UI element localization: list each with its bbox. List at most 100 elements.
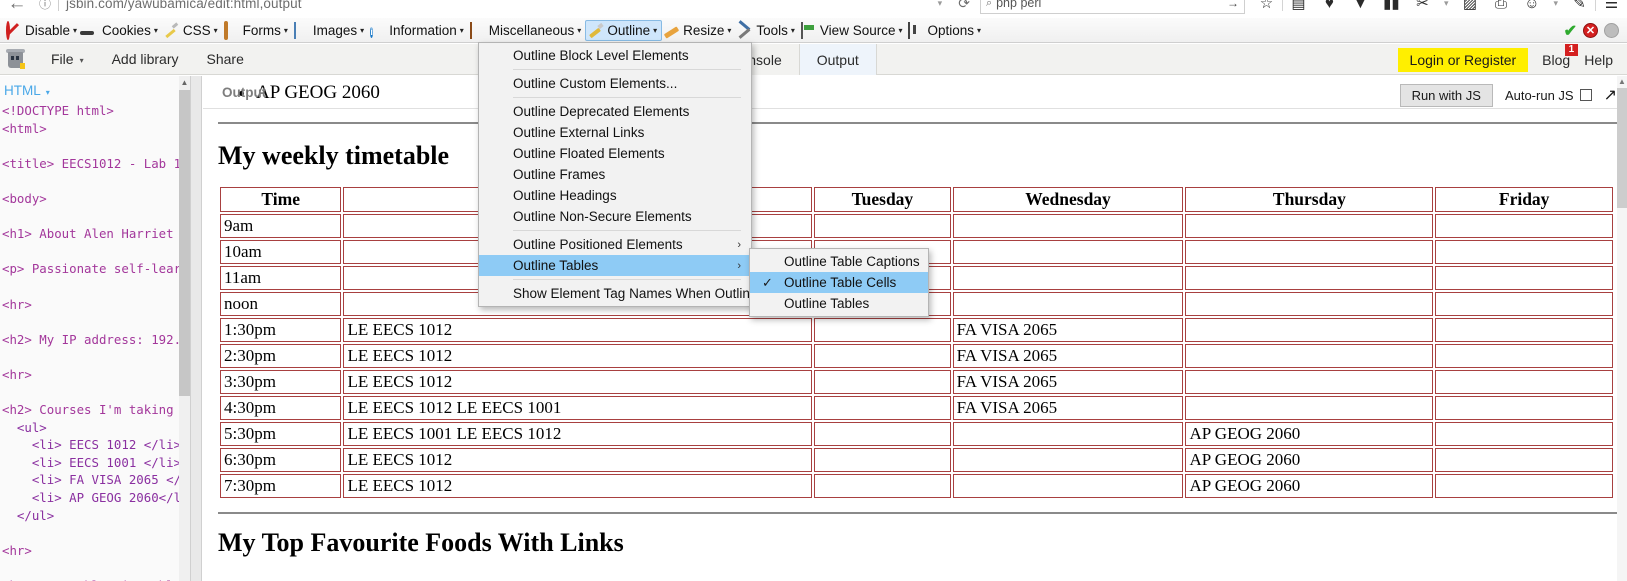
code-line: <ul>: [2, 419, 47, 435]
tab-output[interactable]: Output: [798, 44, 877, 75]
snipping-icon[interactable]: ▨: [1454, 0, 1485, 12]
smiley-icon[interactable]: ☺: [1516, 0, 1547, 12]
menu-item-outline-custom-elements[interactable]: Outline Custom Elements...: [479, 73, 751, 94]
menu-item-outline-frames[interactable]: Outline Frames: [479, 164, 751, 185]
cell-wednesday: FA VISA 2065: [952, 318, 1184, 342]
cell-friday: [1435, 318, 1613, 342]
scrollbar-thumb[interactable]: [179, 90, 190, 396]
highlighter-icon[interactable]: ✎: [1564, 0, 1595, 12]
scroll-up-icon[interactable]: ▲: [179, 76, 190, 89]
menu-share[interactable]: Share: [193, 51, 258, 67]
cell-monday: LE EECS 1012: [343, 318, 813, 342]
submenu-item-outline-table-captions[interactable]: Outline Table Captions: [750, 251, 928, 272]
menu-item-outline-tables[interactable]: Outline Tables ›: [479, 255, 751, 276]
code-line: <h1> About Alen Harriet: [2, 226, 182, 242]
address-bar-url[interactable]: jsbin.com/yawubamica/edit:html,output: [66, 0, 302, 11]
submenu-item-outline-tables[interactable]: Outline Tables: [750, 293, 928, 314]
wdt-view-source-menu[interactable]: View Source ▾: [799, 20, 907, 41]
wdt-information-menu[interactable]: i Information ▾: [368, 20, 468, 41]
chevron-down-icon: ▾: [459, 25, 464, 35]
green-check-icon[interactable]: ✔: [1564, 21, 1577, 41]
menu-item-outline-positioned-elements[interactable]: Outline Positioned Elements ›: [479, 234, 751, 255]
menu-item-outline-headings[interactable]: Outline Headings: [479, 185, 751, 206]
search-icon: ⌕: [985, 0, 993, 9]
auto-run-js-toggle[interactable]: Auto-run JS: [1505, 88, 1592, 103]
code-language-selector[interactable]: HTML ▾: [0, 76, 190, 102]
gray-circle-icon[interactable]: [1604, 23, 1619, 38]
menu-add-library[interactable]: Add library: [98, 51, 193, 67]
menu-item-outline-deprecated-elements[interactable]: Outline Deprecated Elements: [479, 101, 751, 122]
wdt-miscellaneous-menu[interactable]: Miscellaneous ▾: [468, 20, 586, 41]
red-error-icon[interactable]: ✕: [1583, 23, 1598, 38]
cell-wednesday: [952, 214, 1184, 238]
code-editor-text[interactable]: <!DOCTYPE html> <html> <title> EECS1012 …: [0, 102, 190, 581]
submenu-item-label: Outline Table Cells: [784, 275, 897, 290]
wdt-disable-menu[interactable]: Disable ▾: [4, 20, 81, 41]
cell-thursday: [1185, 266, 1434, 290]
auto-run-js-checkbox[interactable]: [1579, 89, 1592, 101]
search-input[interactable]: ⌕ php perl →: [979, 0, 1245, 14]
chevron-down-icon: ▾: [727, 25, 732, 35]
submenu-item-outline-table-cells[interactable]: ✓ Outline Table Cells: [750, 272, 928, 293]
timetable-heading: My weekly timetable: [218, 141, 450, 170]
code-panel-scrollbar[interactable]: ▲: [179, 76, 190, 581]
wdt-tools-menu[interactable]: Tools ▾: [735, 20, 799, 41]
pocket-icon[interactable]: ♥: [1314, 0, 1345, 12]
cell-wednesday: FA VISA 2065: [952, 370, 1184, 394]
info-icon[interactable]: ⓘ: [34, 0, 56, 12]
menu-item-outline-floated-elements[interactable]: Outline Floated Elements: [479, 143, 751, 164]
bookmark-star-icon[interactable]: ☆: [1251, 0, 1282, 12]
wdt-options-menu[interactable]: Options ▾: [906, 20, 985, 41]
horizontal-rule: [218, 122, 1618, 124]
print-icon[interactable]: ⎙: [1485, 0, 1516, 12]
menu-item-outline-block-level-elements[interactable]: Outline Block Level Elements: [479, 45, 751, 66]
search-go-icon[interactable]: →: [1227, 0, 1239, 10]
miscellaneous-icon: [469, 21, 487, 39]
menu-item-outline-non-secure-elements[interactable]: Outline Non-Secure Elements: [479, 206, 751, 227]
table-row: 7:30pm LE EECS 1012 AP GEOG 2060: [220, 474, 1613, 498]
code-line: <hr>: [2, 542, 32, 558]
wdt-tools-label: Tools: [756, 22, 788, 38]
cell-time: 6:30pm: [220, 448, 342, 472]
menu-item-outline-external-links[interactable]: Outline External Links: [479, 122, 751, 143]
chevron-down-icon: ▾: [977, 25, 982, 35]
jsbin-robot-icon[interactable]: [5, 48, 27, 70]
output-panel-scrollbar[interactable]: ▲: [1617, 76, 1627, 581]
cell-time: 11am: [220, 266, 342, 290]
overflow-chevron-icon-2[interactable]: ▾: [1547, 0, 1564, 9]
cell-time: 3:30pm: [220, 370, 342, 394]
run-with-js-button[interactable]: Run with JS: [1399, 83, 1493, 107]
save-page-icon[interactable]: ▤: [1283, 0, 1314, 12]
back-arrow-icon[interactable]: ←: [0, 0, 34, 13]
wdt-css-menu[interactable]: CSS ▾: [162, 20, 222, 41]
wdt-images-menu[interactable]: Images ▾: [292, 20, 368, 41]
expand-arrow-icon[interactable]: ↗: [1604, 85, 1627, 105]
output-toolbar: Run with JS Auto-run JS ↗: [1399, 82, 1627, 108]
reload-icon[interactable]: ⟳: [948, 0, 980, 12]
col-header-tuesday: Tuesday: [814, 187, 951, 212]
hamburger-menu-icon[interactable]: ☰: [1596, 0, 1627, 12]
menu-file[interactable]: File ▾: [37, 51, 98, 67]
blog-link[interactable]: Blog 1: [1528, 43, 1584, 68]
chevron-down-icon: ▾: [653, 25, 658, 35]
cell-monday: LE EECS 1012: [343, 474, 813, 498]
help-link[interactable]: Help: [1584, 52, 1627, 68]
login-or-register-button[interactable]: Login or Register: [1397, 47, 1529, 72]
code-line: <body>: [2, 190, 47, 206]
wdt-resize-menu[interactable]: Resize ▾: [662, 20, 735, 41]
paused-icon[interactable]: ▮▮: [1376, 0, 1407, 12]
clipped-icon[interactable]: ✂: [1407, 0, 1438, 12]
chevron-down-icon: ▾: [577, 25, 582, 35]
wdt-outline-menu[interactable]: Outline ▾: [585, 19, 663, 41]
wdt-outline-label: Outline: [607, 22, 651, 38]
wdt-forms-menu[interactable]: Forms ▾: [222, 20, 292, 41]
overflow-chevron-icon[interactable]: ▾: [1438, 0, 1455, 9]
chevron-down-icon[interactable]: ▾: [932, 0, 949, 9]
cell-monday: LE EECS 1012 LE EECS 1001: [343, 396, 813, 420]
menu-item-show-element-tag-names[interactable]: Show Element Tag Names When Outlining: [479, 283, 768, 304]
panel-splitter[interactable]: [190, 76, 202, 581]
wdt-cookies-menu[interactable]: Cookies ▾: [81, 20, 162, 41]
table-row: 6:30pm LE EECS 1012 AP GEOG 2060: [220, 448, 1613, 472]
downloads-icon[interactable]: ▼: [1345, 0, 1376, 12]
forms-clipboard-icon: [223, 20, 241, 40]
